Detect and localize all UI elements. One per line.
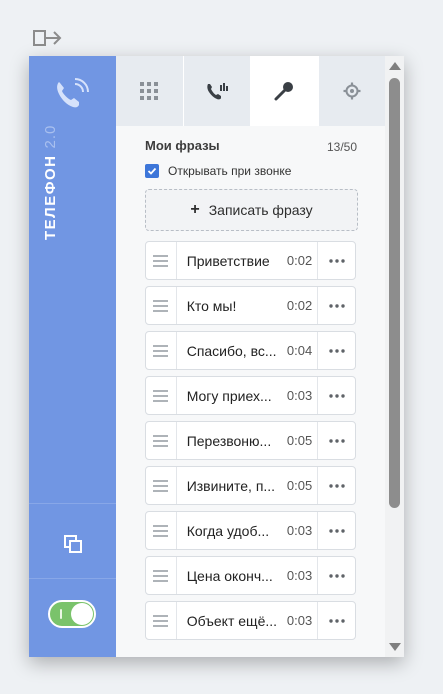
phrase-duration: 0:03	[286, 568, 313, 583]
gear-icon	[343, 82, 361, 100]
more-options-icon[interactable]	[317, 332, 355, 369]
phrase-duration: 0:02	[286, 298, 313, 313]
phrase-name[interactable]: Извините, п...	[177, 478, 282, 494]
phrase-duration: 0:03	[286, 388, 313, 403]
sidebar: ТЕЛЕФОН 2.0	[29, 56, 116, 657]
drag-handle-icon[interactable]	[146, 557, 177, 594]
microphone-icon	[274, 82, 294, 101]
phrase-name[interactable]: Кто мы!	[177, 298, 282, 314]
phrase-name[interactable]: Цена оконч...	[177, 568, 282, 584]
record-phrase-button[interactable]: + Записать фразу	[145, 189, 358, 231]
app-version: 2.0	[42, 124, 59, 149]
drag-handle-icon[interactable]	[146, 512, 177, 549]
phrase-name[interactable]: Объект ещё...	[177, 613, 282, 629]
record-phrase-label: Записать фразу	[208, 202, 313, 218]
phrases-count: 13/50	[326, 140, 357, 154]
more-options-icon[interactable]	[317, 557, 355, 594]
more-options-icon[interactable]	[317, 467, 355, 504]
phrase-duration: 0:03	[286, 613, 313, 628]
phrase-row[interactable]: Перезвоню... 0:05	[145, 421, 356, 460]
app-title: ТЕЛЕФОН 2.0	[37, 96, 65, 256]
scroll-down-arrow-icon[interactable]	[389, 643, 401, 651]
drag-handle-icon[interactable]	[146, 377, 177, 414]
phone-call-icon	[207, 83, 228, 100]
phrase-row[interactable]: Могу приех... 0:03	[145, 376, 356, 415]
phrase-row[interactable]: Приветствие 0:02	[145, 241, 356, 280]
toggle-knob	[71, 603, 93, 625]
tab-settings[interactable]	[318, 56, 385, 126]
phrase-name[interactable]: Перезвоню...	[177, 433, 282, 449]
scrollbar[interactable]	[385, 56, 404, 657]
open-on-call-checkbox[interactable]: Открывать при звонке	[145, 164, 291, 178]
phrase-duration: 0:05	[286, 478, 313, 493]
drag-handle-icon[interactable]	[146, 287, 177, 324]
tab-dialpad[interactable]	[116, 56, 184, 126]
sidebar-divider	[29, 503, 116, 504]
sidebar-divider	[29, 578, 116, 579]
tab-phrases[interactable]	[251, 56, 319, 126]
phrase-duration: 0:02	[286, 253, 313, 268]
tab-calls[interactable]	[183, 56, 251, 126]
tab-bar	[116, 56, 385, 126]
checkbox-checked-icon	[145, 164, 159, 178]
drag-handle-icon[interactable]	[146, 602, 177, 639]
plus-icon: +	[190, 201, 200, 218]
more-options-icon[interactable]	[317, 242, 355, 279]
phrase-duration: 0:03	[286, 523, 313, 538]
phrase-row[interactable]: Кто мы! 0:02	[145, 286, 356, 325]
phrases-header: Мои фразы	[145, 138, 220, 153]
phrase-row[interactable]: Когда удоб... 0:03	[145, 511, 356, 550]
drag-handle-icon[interactable]	[146, 332, 177, 369]
toggle-on-mark	[60, 609, 62, 619]
phrase-row[interactable]: Спасибо, вс... 0:04	[145, 331, 356, 370]
grid-icon	[140, 82, 159, 100]
phrases-panel: Мои фразы 13/50 Открывать при звонке + З…	[116, 126, 385, 657]
scroll-up-arrow-icon[interactable]	[389, 62, 401, 70]
more-options-icon[interactable]	[317, 422, 355, 459]
more-options-icon[interactable]	[317, 602, 355, 639]
phrase-name[interactable]: Когда удоб...	[177, 523, 282, 539]
drag-handle-icon[interactable]	[146, 422, 177, 459]
app-title-text: ТЕЛЕФОН	[42, 154, 59, 241]
scrollbar-thumb[interactable]	[389, 78, 400, 508]
drag-handle-icon[interactable]	[146, 467, 177, 504]
exit-icon[interactable]	[32, 28, 64, 50]
power-toggle[interactable]	[48, 600, 96, 628]
phrase-row[interactable]: Извините, п... 0:05	[145, 466, 356, 505]
open-on-call-label: Открывать при звонке	[168, 164, 292, 178]
phrase-row[interactable]: Цена оконч... 0:03	[145, 556, 356, 595]
phrase-duration: 0:05	[286, 433, 313, 448]
more-options-icon[interactable]	[317, 377, 355, 414]
phrase-name[interactable]: Спасибо, вс...	[177, 343, 282, 359]
drag-handle-icon[interactable]	[146, 242, 177, 279]
more-options-icon[interactable]	[317, 287, 355, 324]
phone-widget: ТЕЛЕФОН 2.0 Мои фразы 13/50 Открывать при…	[29, 56, 404, 657]
more-options-icon[interactable]	[317, 512, 355, 549]
phrase-row[interactable]: Объект ещё... 0:03	[145, 601, 356, 640]
phrase-duration: 0:04	[286, 343, 313, 358]
phrase-name[interactable]: Приветствие	[177, 253, 282, 269]
phrase-name[interactable]: Могу приех...	[177, 388, 282, 404]
copy-icon[interactable]	[62, 533, 84, 555]
